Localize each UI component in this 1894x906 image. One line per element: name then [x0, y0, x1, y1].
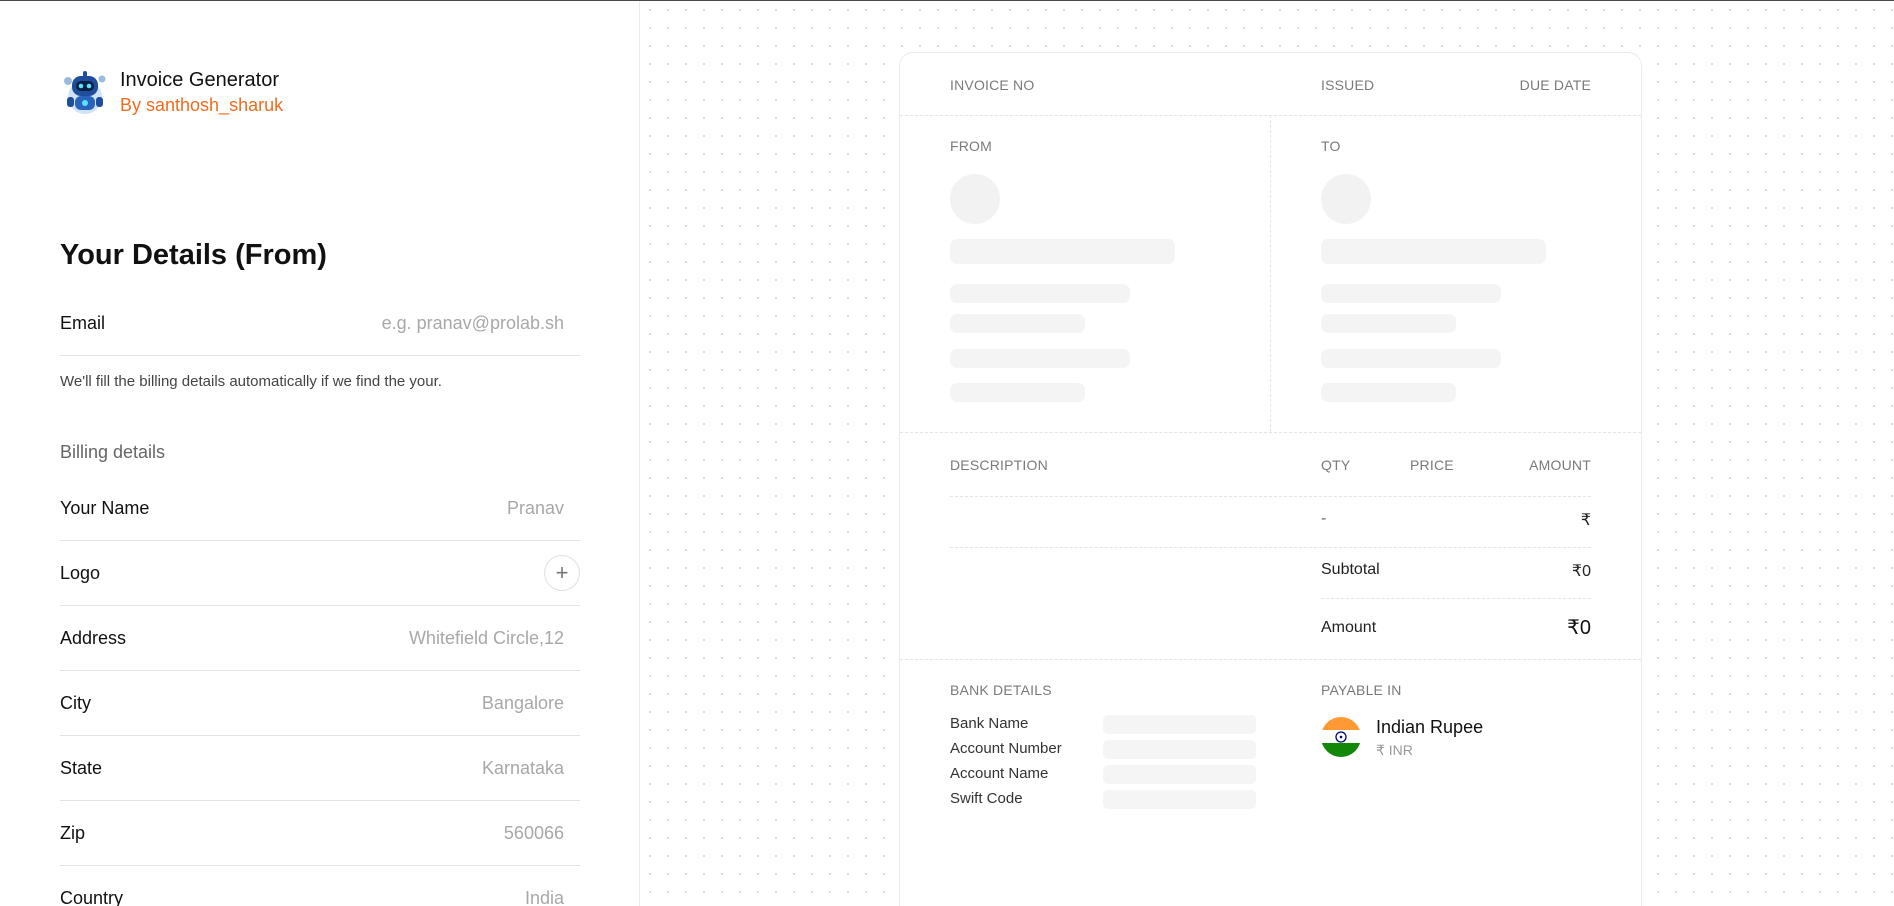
- email-label: Email: [60, 312, 106, 333]
- city-label: City: [60, 692, 91, 713]
- to-line-placeholder: [1321, 314, 1456, 333]
- issued-label: ISSUED: [1321, 77, 1375, 93]
- page-title: Your Details (From): [60, 239, 327, 271]
- state-row: State: [60, 736, 580, 801]
- state-label: State: [60, 757, 103, 778]
- item-qty: -: [1321, 510, 1327, 527]
- bank-name-placeholder: [1103, 715, 1256, 734]
- city-row: City: [60, 671, 580, 736]
- totals-divider: [900, 659, 1641, 660]
- plus-icon: +: [555, 560, 569, 585]
- from-line-placeholder: [950, 314, 1085, 333]
- logo-label: Logo: [60, 562, 101, 583]
- swift-code-placeholder: [1103, 790, 1256, 809]
- invoice-preview-area: INVOICE NO ISSUED DUE DATE FROM TO DESCR…: [641, 1, 1894, 906]
- price-header: PRICE: [1410, 457, 1454, 473]
- bank-name-label: Bank Name: [950, 715, 1029, 732]
- account-number-placeholder: [1103, 740, 1256, 759]
- name-field[interactable]: [280, 497, 580, 519]
- to-name-placeholder: [1321, 239, 1546, 264]
- to-line-placeholder: [1321, 284, 1501, 303]
- from-name-placeholder: [950, 239, 1175, 264]
- details-form-panel: Invoice Generator By santhosh_sharuk You…: [0, 1, 640, 906]
- brand: Invoice Generator By santhosh_sharuk: [60, 67, 283, 117]
- to-line-placeholder: [1321, 383, 1456, 402]
- from-to-divider: [1270, 115, 1271, 432]
- from-line-placeholder: [950, 383, 1085, 402]
- to-line-placeholder: [1321, 349, 1501, 368]
- zip-row: Zip: [60, 801, 580, 866]
- invoice-no-label: INVOICE NO: [950, 77, 1035, 93]
- subtotal-divider: [1321, 598, 1591, 599]
- name-label: Your Name: [60, 497, 150, 518]
- due-date-label: DUE DATE: [1519, 77, 1591, 93]
- email-row: Email: [60, 291, 580, 356]
- currency-name: Indian Rupee: [1376, 717, 1484, 737]
- country-label: Country: [60, 887, 124, 906]
- country-row: Country: [60, 866, 580, 906]
- logo-row: Logo +: [60, 541, 580, 606]
- item-divider: [950, 547, 1591, 548]
- brand-text: Invoice Generator By santhosh_sharuk: [120, 67, 283, 117]
- currency-code: ₹ INR: [1376, 742, 1413, 758]
- email-field[interactable]: [280, 312, 580, 334]
- app-title: Invoice Generator: [120, 69, 279, 91]
- invoice-preview-card: INVOICE NO ISSUED DUE DATE FROM TO DESCR…: [899, 52, 1642, 906]
- total-value: ₹0: [1567, 617, 1591, 639]
- subtotal-label: Subtotal: [1321, 561, 1380, 578]
- description-header: DESCRIPTION: [950, 457, 1048, 473]
- country-field[interactable]: [280, 887, 580, 906]
- amount-header: AMOUNT: [1529, 457, 1591, 473]
- address-field[interactable]: [280, 627, 580, 649]
- swift-code-label: Swift Code: [950, 790, 1023, 807]
- item-amount: ₹: [1580, 512, 1591, 529]
- account-name-placeholder: [1103, 765, 1256, 784]
- from-label: FROM: [950, 138, 993, 154]
- bank-details-heading: BANK DETAILS: [950, 682, 1052, 698]
- robot-logo-icon: [64, 71, 106, 114]
- state-field[interactable]: [280, 757, 580, 779]
- billing-heading: Billing details: [60, 442, 166, 462]
- from-avatar-placeholder: [950, 174, 1000, 224]
- address-label: Address: [60, 627, 127, 648]
- name-row: Your Name: [60, 476, 580, 541]
- add-logo-button[interactable]: +: [544, 555, 580, 591]
- zip-label: Zip: [60, 822, 86, 843]
- total-label: Amount: [1321, 619, 1377, 636]
- parties-divider: [900, 432, 1641, 433]
- app-author: By santhosh_sharuk: [120, 95, 284, 115]
- payable-in-heading: PAYABLE IN: [1321, 682, 1402, 698]
- from-line-placeholder: [950, 284, 1130, 303]
- zip-field[interactable]: [280, 822, 580, 844]
- items-header-divider: [950, 496, 1591, 497]
- city-field[interactable]: [280, 692, 580, 714]
- india-flag-icon: [1321, 717, 1361, 757]
- email-hint: We'll fill the billing details automatic…: [60, 373, 442, 390]
- from-line-placeholder: [950, 349, 1130, 368]
- account-number-label: Account Number: [950, 740, 1062, 757]
- address-row: Address: [60, 606, 580, 671]
- subtotal-value: ₹0: [1571, 563, 1591, 580]
- qty-header: QTY: [1321, 457, 1351, 473]
- to-label: TO: [1321, 138, 1341, 154]
- to-avatar-placeholder: [1321, 174, 1371, 224]
- account-name-label: Account Name: [950, 765, 1049, 782]
